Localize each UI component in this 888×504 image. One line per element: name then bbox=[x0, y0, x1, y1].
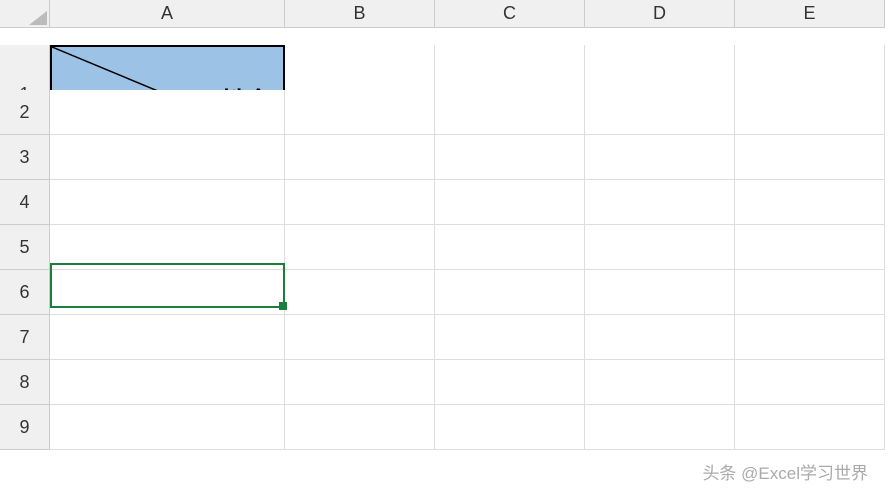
select-all-icon bbox=[29, 11, 47, 25]
column-header-E[interactable]: E bbox=[735, 0, 885, 28]
cell-A9[interactable] bbox=[50, 405, 285, 450]
cell-A2[interactable] bbox=[50, 90, 285, 135]
cell-B5[interactable] bbox=[285, 225, 435, 270]
cell-C7[interactable] bbox=[435, 315, 585, 360]
cell-B4[interactable] bbox=[285, 180, 435, 225]
cell-B7[interactable] bbox=[285, 315, 435, 360]
cell-D2[interactable] bbox=[585, 90, 735, 135]
row-header-7[interactable]: 7 bbox=[0, 315, 50, 360]
cell-E6[interactable] bbox=[735, 270, 885, 315]
cell-D6[interactable] bbox=[585, 270, 735, 315]
cell-D5[interactable] bbox=[585, 225, 735, 270]
cell-B3[interactable] bbox=[285, 135, 435, 180]
cell-D7[interactable] bbox=[585, 315, 735, 360]
row-header-8[interactable]: 8 bbox=[0, 360, 50, 405]
cell-B9[interactable] bbox=[285, 405, 435, 450]
cell-C5[interactable] bbox=[435, 225, 585, 270]
cell-A8[interactable] bbox=[50, 360, 285, 405]
cell-B6[interactable] bbox=[285, 270, 435, 315]
cell-E5[interactable] bbox=[735, 225, 885, 270]
cell-E8[interactable] bbox=[735, 360, 885, 405]
cell-C6[interactable] bbox=[435, 270, 585, 315]
cell-D9[interactable] bbox=[585, 405, 735, 450]
cell-E2[interactable] bbox=[735, 90, 885, 135]
spreadsheet-grid: A B C D E 1 班级 姓名 2 3 4 bbox=[0, 0, 888, 450]
cell-D4[interactable] bbox=[585, 180, 735, 225]
cell-E9[interactable] bbox=[735, 405, 885, 450]
column-header-D[interactable]: D bbox=[585, 0, 735, 28]
cell-D3[interactable] bbox=[585, 135, 735, 180]
cell-A5[interactable] bbox=[50, 225, 285, 270]
cell-A3[interactable] bbox=[50, 135, 285, 180]
cell-C8[interactable] bbox=[435, 360, 585, 405]
row-header-4[interactable]: 4 bbox=[0, 180, 50, 225]
column-header-C[interactable]: C bbox=[435, 0, 585, 28]
cell-C3[interactable] bbox=[435, 135, 585, 180]
row-header-9[interactable]: 9 bbox=[0, 405, 50, 450]
cell-B8[interactable] bbox=[285, 360, 435, 405]
row-header-3[interactable]: 3 bbox=[0, 135, 50, 180]
cell-A7[interactable] bbox=[50, 315, 285, 360]
cell-E4[interactable] bbox=[735, 180, 885, 225]
cell-B2[interactable] bbox=[285, 90, 435, 135]
row-header-6[interactable]: 6 bbox=[0, 270, 50, 315]
cell-A4[interactable] bbox=[50, 180, 285, 225]
row-header-2[interactable]: 2 bbox=[0, 90, 50, 135]
cell-D8[interactable] bbox=[585, 360, 735, 405]
cell-C2[interactable] bbox=[435, 90, 585, 135]
cell-E3[interactable] bbox=[735, 135, 885, 180]
watermark-text: 头条 @Excel学习世界 bbox=[702, 459, 868, 484]
row-header-5[interactable]: 5 bbox=[0, 225, 50, 270]
column-header-A[interactable]: A bbox=[50, 0, 285, 28]
column-header-B[interactable]: B bbox=[285, 0, 435, 28]
select-all-corner[interactable] bbox=[0, 0, 50, 28]
cell-C9[interactable] bbox=[435, 405, 585, 450]
cell-E7[interactable] bbox=[735, 315, 885, 360]
cell-A6[interactable] bbox=[50, 270, 285, 315]
cell-C4[interactable] bbox=[435, 180, 585, 225]
